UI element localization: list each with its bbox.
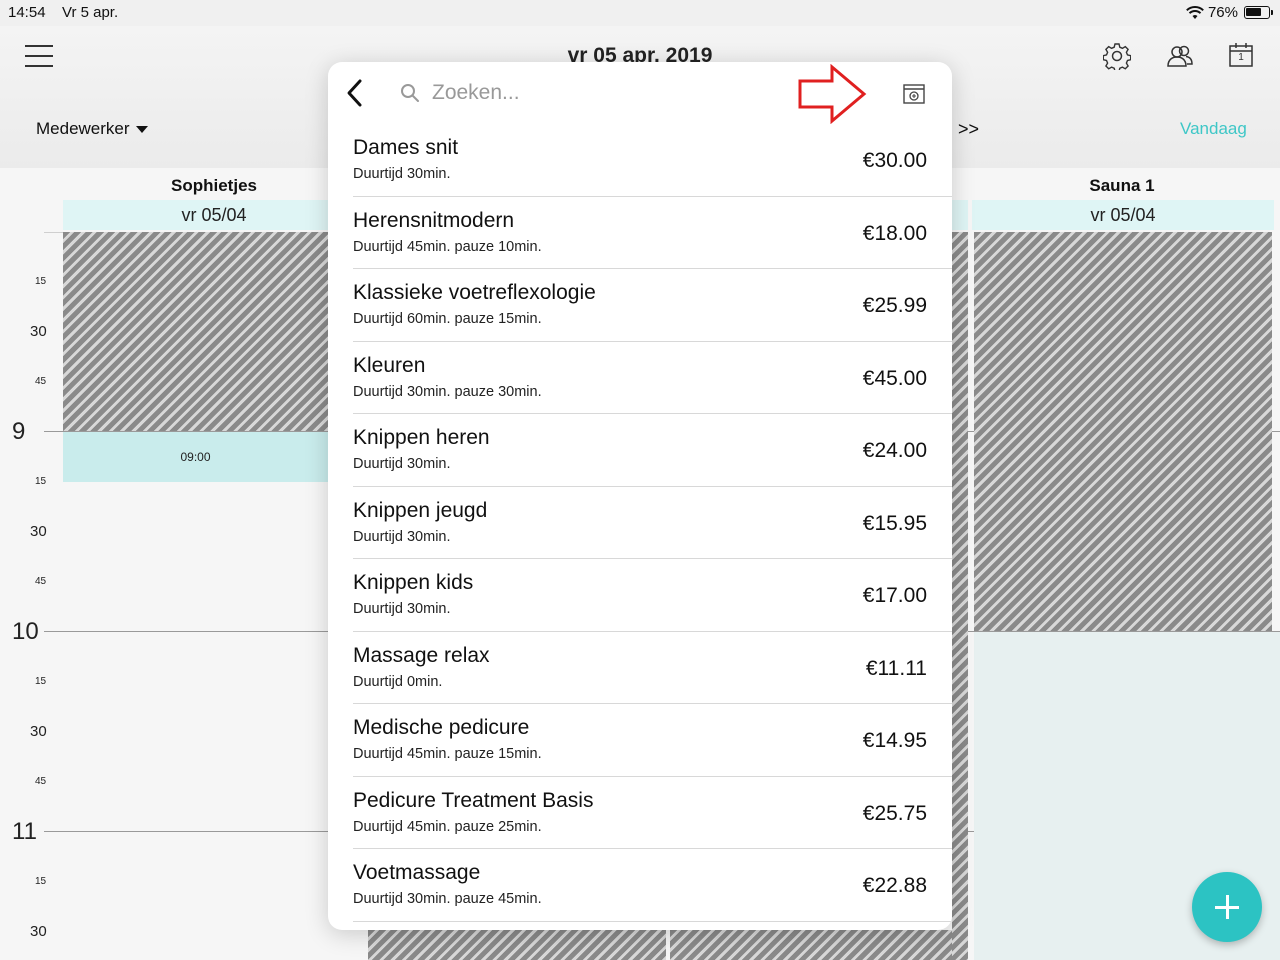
battery-percentage: 76%: [1207, 4, 1238, 21]
time-label: 30: [30, 923, 47, 940]
hour-label: 11: [12, 818, 37, 845]
service-price: €15.95: [862, 511, 927, 535]
hour-label: 10: [12, 618, 39, 645]
service-item[interactable]: Knippen heren Duurtijd 30min. €24.00: [353, 414, 952, 487]
gear-icon[interactable]: [1103, 42, 1131, 70]
column-header-date-partial: [952, 200, 968, 230]
time-label: 15: [35, 876, 47, 887]
column-header-name: Sauna 1: [1089, 176, 1155, 195]
time-label: 15: [35, 276, 47, 287]
unavailable-block: [63, 232, 328, 431]
service-item[interactable]: Pedicure Treatment Basis Duurtijd 45min.…: [353, 777, 952, 849]
unavailable-block: [974, 232, 1272, 631]
status-time: 14:54: [8, 4, 46, 21]
status-right: 76%: [1186, 4, 1273, 21]
unavailable-block: [670, 930, 968, 960]
service-name: Klassieke voetreflexologie: [353, 281, 596, 304]
service-duration: Duurtijd 0min.: [353, 673, 443, 690]
battery-icon: [1244, 6, 1273, 19]
next-button[interactable]: >>: [958, 119, 979, 140]
time-label: 30: [30, 323, 47, 340]
service-duration: Duurtijd 30min.: [353, 166, 451, 182]
service-item[interactable]: Knippen jeugd Duurtijd 30min. €15.95: [353, 487, 952, 559]
service-name: Knippen kids: [353, 571, 474, 594]
service-picker-popup: Dames snit Duurtijd 30min. €30.00 Herens…: [328, 62, 952, 930]
service-duration: Duurtijd 60min. pauze 15min.: [353, 311, 542, 327]
service-item[interactable]: Medische pedicure Duurtijd 45min. pauze …: [353, 704, 952, 777]
service-item[interactable]: Knippen kids Duurtijd 30min. €17.00: [353, 559, 952, 632]
service-duration: Duurtijd 30min.: [353, 456, 451, 472]
status-bar: 14:54 Vr 5 apr. 76%: [0, 0, 1280, 26]
column-header-date: vr 05/04: [63, 200, 365, 230]
unavailable-block: [952, 232, 968, 960]
service-name: Pedicure Treatment Basis: [353, 788, 594, 812]
time-label: 45: [35, 576, 47, 587]
service-duration: Duurtijd 30min. pauze 45min.: [353, 891, 542, 907]
service-item[interactable]: Herensnitmodern Duurtijd 45min. pauze 10…: [353, 197, 952, 269]
time-label: 15: [35, 476, 47, 487]
wifi-icon: [1186, 5, 1204, 19]
search-icon: [401, 84, 419, 102]
column-header-name: Sophietjes: [171, 176, 257, 195]
service-duration: Duurtijd 45min. pauze 25min.: [353, 818, 542, 835]
service-price: €25.75: [862, 801, 927, 825]
grid-line: [44, 232, 63, 233]
employee-dropdown[interactable]: Medewerker: [36, 119, 148, 139]
service-name: Knippen jeugd: [353, 498, 488, 522]
service-price: €17.00: [862, 584, 927, 607]
time-label: 45: [35, 776, 47, 787]
service-duration: Duurtijd 45min. pauze 15min.: [353, 746, 542, 762]
service-item[interactable]: Klassieke voetreflexologie Duurtijd 60mi…: [353, 269, 952, 342]
service-name: Massage relax: [353, 643, 490, 667]
service-price: €18.00: [862, 221, 927, 245]
service-item[interactable]: Massage relax Duurtijd 0min. €11.11: [353, 632, 952, 704]
back-chevron-icon[interactable]: [342, 78, 368, 108]
time-label: 45: [35, 376, 47, 387]
service-name: Dames snit: [353, 136, 459, 159]
service-item[interactable]: Voetmassage Duurtijd 30min. pauze 45min.…: [353, 849, 952, 922]
service-name: Medische pedicure: [353, 716, 530, 739]
hour-label: 9: [12, 418, 26, 445]
service-duration: Duurtijd 45min. pauze 10min.: [353, 238, 542, 255]
service-name: Knippen heren: [353, 426, 490, 449]
time-label: 30: [30, 523, 47, 540]
time-label: 30: [30, 723, 47, 740]
service-price: €11.11: [865, 656, 927, 680]
appointment-slot[interactable]: 09:00: [63, 432, 328, 482]
register-icon[interactable]: [902, 82, 926, 106]
service-price: €14.95: [862, 729, 927, 752]
search-input[interactable]: [432, 81, 772, 105]
service-price: €30.00: [862, 149, 927, 172]
service-name: Herensnitmodern: [353, 208, 515, 232]
service-list: Dames snit Duurtijd 30min. €30.00 Herens…: [353, 124, 952, 922]
search-bar: [400, 76, 800, 110]
time-label: 15: [35, 676, 47, 687]
today-button[interactable]: Vandaag: [1180, 119, 1247, 139]
calendar-icon-day: 1: [1238, 52, 1244, 63]
service-price: €45.00: [862, 366, 927, 390]
add-appointment-button[interactable]: [1192, 872, 1262, 942]
service-item[interactable]: Kleuren Duurtijd 30min. pauze 30min. €45…: [353, 342, 952, 414]
service-price: €22.88: [862, 874, 927, 897]
service-duration: Duurtijd 30min.: [353, 528, 451, 545]
service-item[interactable]: Dames snit Duurtijd 30min. €30.00: [353, 124, 952, 197]
service-duration: Duurtijd 30min. pauze 30min.: [353, 383, 542, 400]
users-icon[interactable]: [1166, 42, 1194, 70]
caret-down-icon: [135, 125, 148, 133]
column-header-date: vr 05/04: [972, 200, 1274, 230]
service-name: Voetmassage: [353, 861, 481, 884]
annotation-arrow-icon: [798, 64, 867, 124]
unavailable-block: [368, 930, 666, 960]
service-duration: Duurtijd 30min.: [353, 601, 451, 617]
service-price: €24.00: [862, 439, 927, 462]
status-date: Vr 5 apr.: [62, 4, 119, 21]
calendar-icon[interactable]: 1: [1228, 42, 1254, 68]
service-price: €25.99: [862, 294, 927, 317]
employee-dropdown-label: Medewerker: [36, 119, 130, 138]
service-name: Kleuren: [353, 353, 426, 377]
